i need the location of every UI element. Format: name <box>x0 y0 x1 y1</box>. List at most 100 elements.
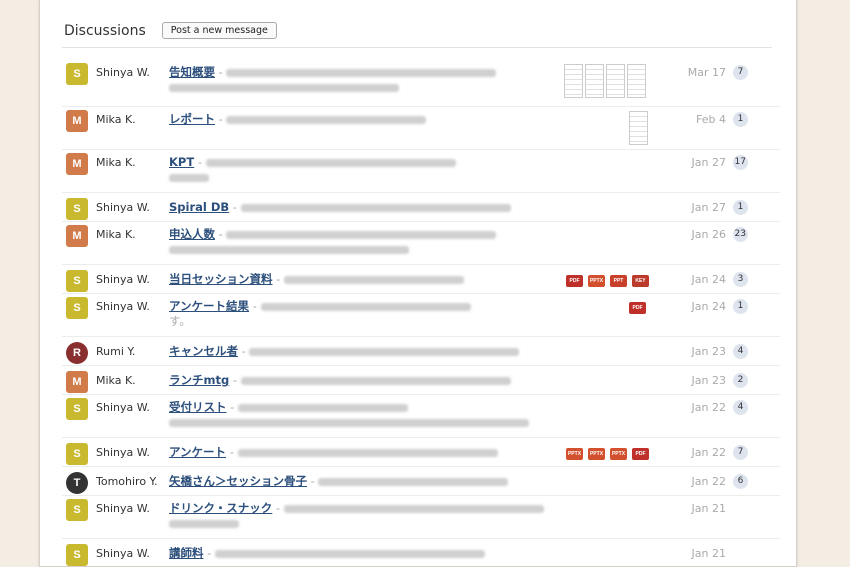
message-date: Feb 4 <box>696 113 726 126</box>
subject-link[interactable]: 告知概要 <box>169 65 215 79</box>
subject-link[interactable]: ランチmtg <box>169 373 229 387</box>
subject-link[interactable]: 受付リスト <box>169 400 227 414</box>
subject-link[interactable]: ドリンク・スナック <box>169 501 272 515</box>
subject-cell: Spiral DB - <box>169 200 554 215</box>
author-name: Mika K. <box>96 113 136 126</box>
excerpt-blurred <box>169 418 529 427</box>
excerpt-tail: す。 <box>169 314 191 328</box>
excerpt-separator: - <box>215 112 227 126</box>
discussions-panel: Discussions Post a new message S Shinya W… <box>39 0 797 567</box>
avatar: M <box>66 371 88 393</box>
reply-count-badge: 2 <box>733 373 748 388</box>
avatar: S <box>66 198 88 220</box>
discussion-row: S Shinya W. 講師料 - Jan 21 <box>62 539 780 566</box>
pdf-file-icon[interactable]: PDF <box>629 302 646 314</box>
avatar: M <box>66 153 88 175</box>
excerpt-separator: - <box>229 200 241 214</box>
header-divider <box>62 47 772 48</box>
subject-cell: ドリンク・スナック - <box>169 501 554 531</box>
excerpt-blurred <box>169 245 409 254</box>
subject-link[interactable]: KPT <box>169 155 194 169</box>
subject-link[interactable]: キャンセル者 <box>169 344 238 358</box>
post-new-message-button[interactable]: Post a new message <box>161 22 277 39</box>
avatar: S <box>66 398 88 420</box>
excerpt-blurred <box>240 203 511 212</box>
subject-cell: ランチmtg - <box>169 373 554 388</box>
subject-cell: キャンセル者 - <box>169 344 554 359</box>
subject-link[interactable]: アンケート <box>169 445 226 459</box>
subject-link[interactable]: 講師料 <box>169 546 204 560</box>
excerpt-blurred <box>283 275 464 284</box>
excerpt-separator: - <box>249 299 261 313</box>
subject-link[interactable]: Spiral DB <box>169 200 229 214</box>
message-date: Jan 26 <box>691 228 726 241</box>
subject-link[interactable]: 矢橋さん＞セッション骨子 <box>169 474 307 488</box>
attachment-icons: PDF <box>629 302 646 314</box>
author-name: Shinya W. <box>96 201 150 214</box>
excerpt-blurred <box>226 230 497 239</box>
excerpt-blurred <box>205 158 456 167</box>
author-name: Rumi Y. <box>96 345 136 358</box>
reply-count-badge: 1 <box>733 299 748 314</box>
document-thumbnail[interactable] <box>564 64 583 98</box>
pptx-file-icon[interactable]: PPTX <box>566 448 583 460</box>
reply-count-badge: 6 <box>733 474 748 489</box>
avatar: M <box>66 110 88 132</box>
excerpt-blurred <box>169 519 239 528</box>
message-date: Jan 27 <box>691 201 726 214</box>
reply-count-badge: 23 <box>732 227 748 242</box>
pdf-file-icon[interactable]: PDF <box>566 275 583 287</box>
pptx-file-icon[interactable]: PPTX <box>588 448 605 460</box>
pdf-file-icon[interactable]: PDF <box>632 448 649 460</box>
avatar: S <box>66 270 88 292</box>
excerpt-blurred <box>169 83 399 92</box>
reply-count-badge: 7 <box>733 445 748 460</box>
subject-link[interactable]: 申込人数 <box>169 227 215 241</box>
attachment-icons: PDF PPTX PPT KEY <box>566 275 649 287</box>
excerpt-blurred <box>283 504 544 513</box>
discussion-list: S Shinya W. 告知概要 - Mar 17 7 M Mika K. レポート - F… <box>62 60 780 566</box>
message-date: Jan 23 <box>691 374 726 387</box>
excerpt-separator: - <box>194 155 206 169</box>
discussion-row: S Shinya W. 受付リスト - Jan 22 4 <box>62 395 780 438</box>
subject-cell: 受付リスト - <box>169 400 554 430</box>
discussion-row: M Mika K. レポート - Feb 4 1 <box>62 107 780 150</box>
message-date: Jan 24 <box>691 273 726 286</box>
avatar: M <box>66 225 88 247</box>
excerpt-separator: - <box>226 400 238 414</box>
document-thumbnail[interactable] <box>627 64 646 98</box>
excerpt-separator: - <box>215 227 227 241</box>
author-name: Shinya W. <box>96 502 150 515</box>
excerpt-separator: - <box>203 546 215 560</box>
subject-link[interactable]: レポート <box>169 112 215 126</box>
excerpt-blurred <box>214 549 485 558</box>
excerpt-separator: - <box>215 65 227 79</box>
document-thumbnail[interactable] <box>606 64 625 98</box>
document-thumbnail[interactable] <box>585 64 604 98</box>
discussion-row: R Rumi Y. キャンセル者 - Jan 23 4 <box>62 337 780 366</box>
pptx-file-icon[interactable]: PPTX <box>588 275 605 287</box>
excerpt-blurred <box>260 302 471 311</box>
author-name: Shinya W. <box>96 547 150 560</box>
excerpt-blurred <box>226 115 427 124</box>
author-name: Mika K. <box>96 374 136 387</box>
document-thumbnail[interactable] <box>629 111 648 145</box>
message-date: Jan 22 <box>691 446 726 459</box>
pptx-file-icon[interactable]: PPTX <box>610 448 627 460</box>
discussion-row: M Mika K. KPT - Jan 27 17 <box>62 150 780 193</box>
author-name: Shinya W. <box>96 401 150 414</box>
message-date: Jan 23 <box>691 345 726 358</box>
reply-count-badge: 1 <box>733 200 748 215</box>
subject-link[interactable]: アンケート結果 <box>169 299 249 313</box>
author-name: Shinya W. <box>96 446 150 459</box>
key-file-icon[interactable]: KEY <box>632 275 649 287</box>
subject-link[interactable]: 当日セッション資料 <box>169 272 273 286</box>
excerpt-blurred <box>240 376 511 385</box>
subject-cell: 矢橋さん＞セッション骨子 - <box>169 474 554 489</box>
ppt-file-icon[interactable]: PPT <box>610 275 627 287</box>
subject-cell: KPT - <box>169 155 554 185</box>
discussion-row: T Tomohiro Y. 矢橋さん＞セッション骨子 - Jan 22 6 <box>62 467 780 496</box>
discussion-row: S Shinya W. 告知概要 - Mar 17 7 <box>62 60 780 107</box>
excerpt-separator: - <box>229 373 241 387</box>
reply-count-badge: 4 <box>733 400 748 415</box>
